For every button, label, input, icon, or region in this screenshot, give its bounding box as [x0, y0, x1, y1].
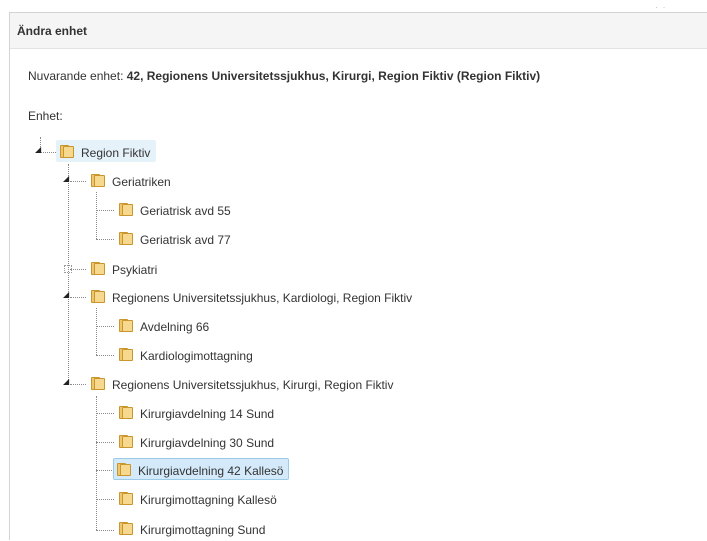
tree-node-psykiatri[interactable]: Psykiatri — [87, 257, 163, 279]
tree-connector — [96, 499, 114, 500]
tree-node-geriatrisk-avd-77[interactable]: Geriatrisk avd 77 — [115, 227, 237, 249]
tree-connector — [96, 192, 97, 239]
tree-node-kardiologi[interactable]: Regionens Universitetssjukhus, Kardiolog… — [87, 285, 418, 307]
tree-node-label: Psykiatri — [112, 262, 158, 277]
unit-tree: ◢ ◢ ◢ ◢ Region Fiktiv Geriatriken Geriat… — [0, 0, 707, 540]
tree-node-label: Geriatrisk avd 77 — [140, 232, 231, 247]
tree-connector — [68, 164, 69, 384]
tree-connector — [96, 239, 114, 240]
tree-connector — [96, 530, 114, 531]
tree-node-label: Regionens Universitetssjukhus, Kirurgi, … — [112, 377, 394, 392]
tree-connector — [70, 384, 86, 385]
folder-icon — [118, 347, 134, 362]
tree-node-label: Regionens Universitetssjukhus, Kardiolog… — [112, 290, 413, 305]
tree-node-label: Geriatrisk avd 55 — [140, 203, 231, 218]
tree-node-label: Kirurgiavdelning 14 Sund — [140, 406, 275, 421]
tree-connector — [96, 355, 114, 356]
tree-node-label: Region Fiktiv — [81, 145, 151, 160]
tree-node-label: Avdelning 66 — [140, 319, 210, 334]
tree-node-kirurgimottagning-sund[interactable]: Kirurgimottagning Sund — [115, 517, 271, 539]
folder-icon — [118, 491, 134, 506]
tree-node-avdelning-66[interactable]: Avdelning 66 — [115, 314, 215, 336]
folder-icon — [118, 405, 134, 420]
tree-node-kirurgi[interactable]: Regionens Universitetssjukhus, Kirurgi, … — [87, 372, 399, 394]
tree-node-kirurgiavdelning-30-sund[interactable]: Kirurgiavdelning 30 Sund — [115, 430, 280, 452]
tree-connector — [96, 413, 114, 414]
tree-node-label: Kirurgimottagning Kallesö — [140, 492, 277, 507]
folder-icon — [90, 376, 106, 391]
expand-triangle-icon[interactable]: ◢ — [35, 146, 43, 154]
expand-triangle-icon[interactable]: ◢ — [63, 291, 71, 299]
tree-connector — [70, 181, 86, 182]
folder-icon — [90, 173, 106, 188]
tree-connector — [96, 308, 97, 355]
tree-connector — [96, 442, 114, 443]
tree-connector — [96, 326, 114, 327]
folder-icon — [118, 231, 134, 246]
tree-connector — [70, 297, 86, 298]
tree-node-label: Kirurgiavdelning 42 Kallesö — [138, 463, 284, 478]
folder-icon — [118, 318, 134, 333]
expand-triangle-icon[interactable]: ◢ — [63, 175, 71, 183]
tree-node-label: Kirurgiavdelning 30 Sund — [140, 435, 275, 450]
tree-node-kirurgimottagning-kalleso[interactable]: Kirurgimottagning Kallesö — [115, 487, 283, 509]
tree-connector — [70, 269, 86, 270]
tree-connector — [96, 210, 114, 211]
folder-icon — [116, 462, 132, 477]
folder-icon — [59, 144, 75, 159]
folder-icon — [90, 261, 106, 276]
collapse-plus-icon[interactable] — [64, 265, 72, 273]
folder-icon — [118, 434, 134, 449]
tree-node-geriatrisk-avd-55[interactable]: Geriatrisk avd 55 — [115, 198, 237, 220]
folder-icon — [90, 289, 106, 304]
tree-node-geriatriken[interactable]: Geriatriken — [87, 169, 177, 191]
tree-node-label: Kirurgimottagning Sund — [140, 522, 266, 537]
tree-node-kardiologimottagning[interactable]: Kardiologimottagning — [115, 343, 259, 365]
folder-icon — [118, 202, 134, 217]
tree-connector — [96, 470, 114, 471]
tree-node-kirurgiavdelning-42-kalleso[interactable]: Kirurgiavdelning 42 Kallesö — [113, 458, 290, 480]
expand-triangle-icon[interactable]: ◢ — [63, 378, 71, 386]
tree-node-kirurgiavdelning-14-sund[interactable]: Kirurgiavdelning 14 Sund — [115, 401, 280, 423]
tree-node-label: Geriatriken — [112, 174, 171, 189]
folder-icon — [118, 521, 134, 536]
tree-connector — [96, 396, 97, 530]
tree-node-label: Kardiologimottagning — [140, 348, 253, 363]
tree-node-region-fiktiv[interactable]: Region Fiktiv — [56, 140, 157, 162]
